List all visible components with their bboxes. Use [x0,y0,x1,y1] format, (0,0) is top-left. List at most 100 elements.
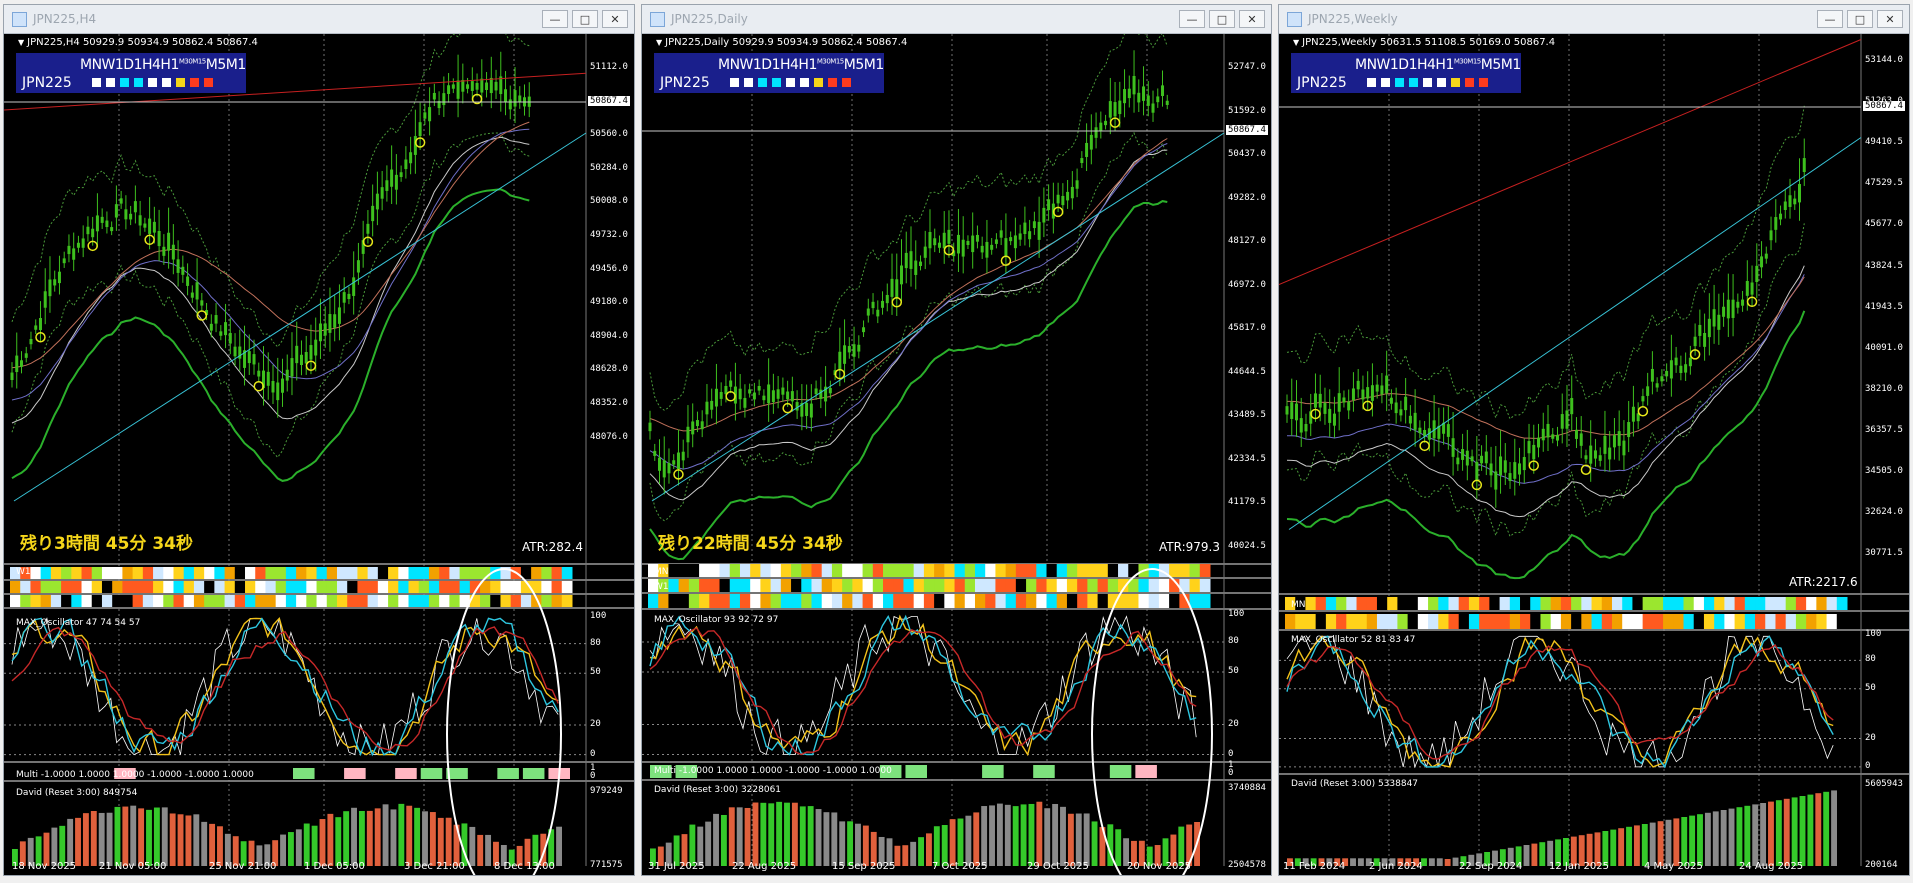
multi-strip-cell [293,768,315,779]
trend-strip-cell [1158,579,1170,592]
oscillator-scale-label: 80 [1228,636,1239,646]
chart-window-weekly[interactable]: JPN225,Weekly — □ ✕ ▼ JPN225,Weekly 50631… [1278,4,1910,876]
trend-strip-cell [995,564,1007,577]
trend-strip-cell [934,564,945,577]
david-histogram-bar [839,821,846,866]
minimize-button[interactable]: — [542,10,568,28]
title-bar[interactable]: JPN225,Weekly — □ ✕ [1279,5,1909,34]
maximize-button[interactable]: □ [1847,10,1873,28]
minimize-button[interactable]: — [1817,10,1843,28]
candle-body [299,354,303,366]
david-histogram-bar [1028,803,1035,866]
chart-window-daily[interactable]: JPN225,Daily — □ ✕ ▼ JPN225,Daily 50929.9… [641,4,1272,876]
price-chart-canvas[interactable] [4,34,634,875]
chart-area[interactable]: ▼ JPN225,Daily 50929.9 50934.9 50862.4 50… [642,34,1271,875]
price-chart-canvas[interactable] [1279,34,1909,875]
tf-labels: MNW1D1H4H1 [1355,57,1454,73]
signal-circle [725,391,736,402]
collapse-triangle-icon[interactable]: ▼ [18,38,24,47]
trend-strip-cell [234,595,246,607]
close-button[interactable]: ✕ [1239,10,1265,28]
close-button[interactable]: ✕ [602,10,628,28]
trend-strip-cell [934,579,945,592]
trend-strip-cell [1376,614,1388,629]
candle-body [895,279,899,298]
price-chart-canvas[interactable] [642,34,1271,875]
trend-strip-cell [1611,614,1623,629]
oscillator-scale-label: 100 [1228,609,1245,619]
collapse-triangle-icon[interactable]: ▼ [1293,38,1299,47]
trend-strip-cell [1581,614,1593,629]
candle-body [866,308,870,316]
trend-strip-cell [770,564,782,577]
david-scale-label: 5605943 [1865,779,1903,789]
david-histogram-bar [862,825,869,866]
candle-body [1061,195,1065,206]
chart-area[interactable]: ▼ JPN225,H4 50929.9 50934.9 50862.4 50867… [4,34,634,875]
candle-body [1446,424,1450,437]
trend-strip-cell [398,595,410,607]
trend-strip-cell [658,594,669,608]
maximize-button[interactable]: □ [1209,10,1235,28]
price-axis-label: 47529.5 [1865,178,1903,189]
trend-strip-cell [1387,597,1398,610]
candle-body [1698,324,1702,336]
david-histogram-bar [351,807,357,866]
maximize-button[interactable]: □ [572,10,598,28]
trend-strip-cell [1097,594,1109,608]
oscillator-label: MAX_Oscillator 93 92 72 97 [654,615,779,625]
close-button[interactable]: ✕ [1877,10,1903,28]
trend-strip-cell [122,581,134,593]
candle-body [404,159,408,170]
david-histogram-bar [941,825,948,866]
david-histogram-bar [469,826,476,866]
timeframe-status-square [842,78,851,87]
candle-body [447,85,451,94]
candle-body [1745,281,1749,296]
time-axis-label: 1 Dec 05:00 [304,861,365,872]
minimize-button[interactable]: — [1179,10,1205,28]
david-histogram-bar [288,832,294,866]
david-histogram-bar [1020,804,1027,866]
price-axis-label: 49456.0 [590,263,628,274]
candle-body [428,107,432,122]
candle-body [1489,463,1493,476]
trend-strip-cell [510,581,522,593]
title-bar[interactable]: JPN225,Daily — □ ✕ [642,5,1271,34]
trend-strip-cell [122,567,134,579]
david-histogram-bar [1618,828,1625,866]
candle-body [1337,393,1341,412]
tf-tail-labels: M5M1 [843,57,884,73]
david-histogram-bar [422,811,428,866]
trend-strip-cell [791,594,802,608]
trend-strip-cell [1755,614,1766,629]
chart-area[interactable]: ▼ JPN225,Weekly 50631.5 51108.5 50169.0 5… [1279,34,1909,875]
trend-strip-cell [1356,597,1368,610]
trend-strip-cell [265,581,277,593]
trend-strip-cell [964,579,976,592]
candle-body [76,242,80,248]
trend-strip-cell [1591,597,1603,610]
trend-strip-cell [490,595,501,607]
trend-strip-cell [1066,564,1078,577]
title-bar[interactable]: JPN225,H4 — □ ✕ [4,5,634,34]
trend-strip-cell [469,567,481,579]
trend-strip-cell [1077,579,1088,592]
trend-strip-cell [893,594,904,608]
candle-body [171,244,175,260]
trend-strip-cell [1693,614,1705,629]
band-line [11,132,530,459]
trend-strip-cell [668,564,680,577]
collapse-triangle-icon[interactable]: ▼ [656,38,662,47]
tf-small-labels: M30M15 [178,57,206,66]
moving-average-line [11,188,530,482]
chart-window-h4[interactable]: JPN225,H4 — □ ✕ ▼ JPN225,H4 50929.9 50934… [3,4,635,876]
candle-body [1366,387,1370,399]
candle-body [57,271,61,284]
candle-body [975,234,979,242]
time-axis-label: 7 Oct 2025 [932,861,988,872]
trend-strip-cell [418,567,430,579]
trend-strip-cell [214,581,226,593]
candle-body [167,232,171,251]
candle-body [971,235,975,253]
